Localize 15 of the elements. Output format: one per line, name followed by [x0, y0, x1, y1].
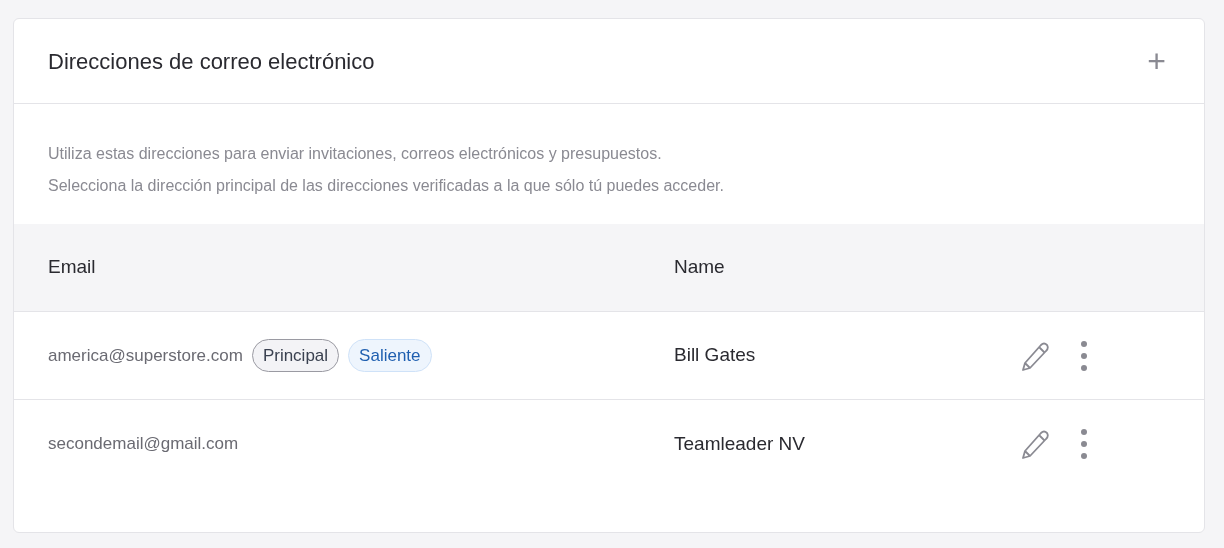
- pencil-icon[interactable]: [1020, 428, 1050, 460]
- more-options-icon[interactable]: [1080, 428, 1088, 460]
- email-address: secondemail@gmail.com: [48, 433, 239, 456]
- card-title: Direcciones de correo electrónico: [48, 47, 375, 76]
- column-header: Email: [48, 255, 97, 280]
- more-options-icon[interactable]: [1080, 339, 1088, 372]
- contact-name: Teamleader NV: [674, 431, 806, 456]
- description-text: Utiliza estas direcciones para enviar invitaciones, correos electrónicos y presupuestos.: [48, 144, 663, 164]
- email-address: america@superstore.com: [48, 344, 243, 367]
- status-badge: Principal: [251, 338, 340, 373]
- contact-name: Bill Gates: [674, 343, 757, 368]
- column-header: Name: [674, 255, 725, 280]
- status-badge: Saliente: [348, 338, 432, 373]
- add-button[interactable]: +: [1143, 45, 1170, 77]
- description-text: Selecciona la dirección principal de las direcciones verificadas a la que sólo tú puedes acceder.: [48, 176, 725, 196]
